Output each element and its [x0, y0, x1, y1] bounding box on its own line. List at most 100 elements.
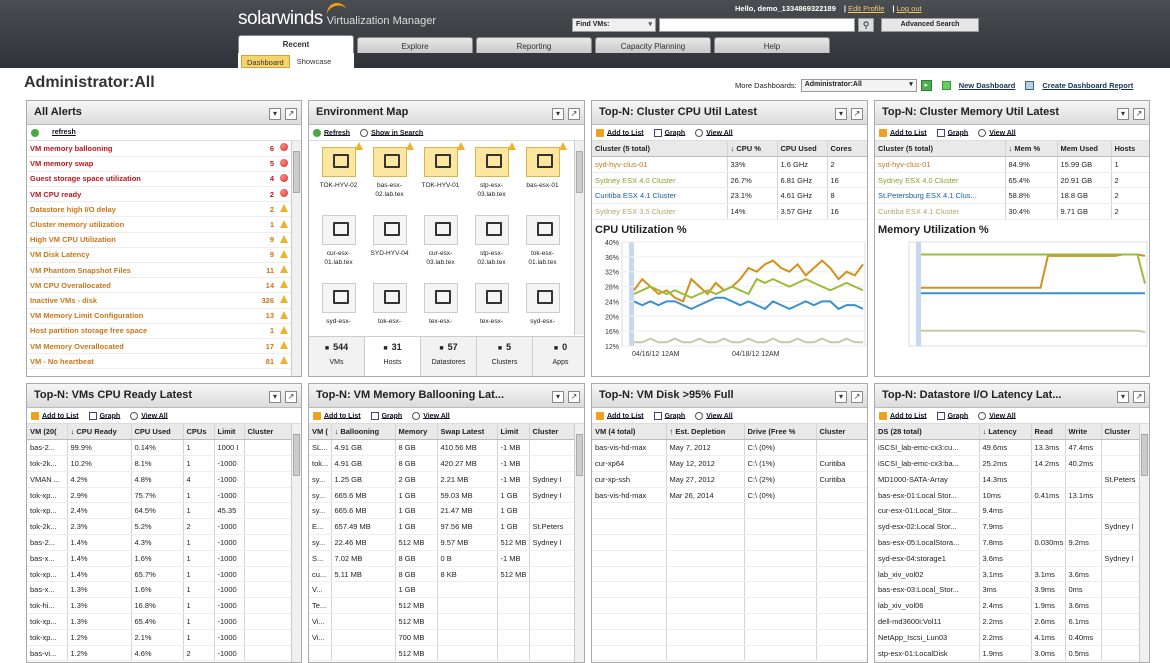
table-row[interactable] — [592, 629, 867, 646]
table-cell[interactable]: Curitiba ESX 4.1 Cluster — [592, 187, 728, 205]
table-row[interactable]: bas-vis-hd-max May 7, 2012 C:\ (0%) — [592, 439, 867, 457]
table-row[interactable]: tok-2k... 2.3% 5.2% 2 -1000 — [27, 518, 293, 536]
column-header[interactable]: Swap Latest — [437, 424, 498, 441]
tab-explore[interactable]: Explore — [357, 37, 473, 53]
alert-row[interactable]: VM CPU ready 2 — [27, 186, 291, 203]
refresh-link[interactable]: Refresh — [324, 129, 350, 136]
table-row[interactable]: syd-esx-04:storage1 3.6ms Sydney I — [875, 550, 1141, 567]
scrollbar[interactable] — [291, 424, 301, 662]
table-cell[interactable] — [592, 613, 667, 630]
logout-link[interactable]: Log out — [897, 4, 922, 13]
add-to-list-link[interactable]: Add to List — [324, 412, 361, 419]
table-cell[interactable]: cu... — [309, 566, 332, 583]
table-row[interactable]: sy... 665.6 MB 1 GB 21.47 MB 1 GB — [309, 502, 576, 520]
search-icon[interactable]: ⚲ — [858, 18, 874, 32]
table-cell[interactable]: bas-esx-01:Local Stor... — [875, 487, 980, 504]
add-to-list-link[interactable]: Add to List — [607, 129, 644, 136]
panel-popout-icon[interactable]: ↗ — [285, 391, 297, 403]
graph-link[interactable]: Graph — [665, 412, 686, 419]
host-item[interactable]: tex-esx- — [415, 283, 466, 331]
table-cell[interactable] — [592, 566, 667, 583]
table-row[interactable]: cur-xp-ssh May 27, 2012 C:\ (2%) Curitiba — [592, 471, 867, 488]
table-row[interactable]: bas-x... 1.3% 1.6% 1 -1000 — [27, 581, 293, 599]
host-item[interactable]: stp-esx-02.lab.tex — [466, 215, 517, 283]
table-cell[interactable]: Sydney ESX 4.0 Cluster — [875, 172, 1006, 189]
column-header[interactable]: Drive (Free % — [744, 424, 817, 441]
table-cell[interactable]: tok... — [309, 455, 332, 472]
column-header[interactable]: Cluster — [244, 424, 293, 441]
table-cell[interactable]: Curitiba ESX 4.1 Cluster — [875, 203, 1006, 220]
column-header[interactable]: Cluster (5 total) — [592, 141, 728, 158]
table-cell[interactable]: tok-2k... — [27, 518, 68, 536]
column-header[interactable]: CPU Used — [131, 424, 184, 441]
table-cell[interactable]: bas-vi... — [27, 645, 68, 662]
panel-menu-icon[interactable]: ▾ — [552, 108, 564, 120]
table-cell[interactable]: iSCSI_lab-emc-cx3:cu... — [875, 439, 980, 457]
table-cell[interactable]: Sydney ESX 3.5 Cluster — [592, 203, 728, 220]
alert-row[interactable]: Cluster memory utilization 1 — [27, 216, 291, 233]
table-cell[interactable]: bas-vis-hd-max — [592, 439, 667, 457]
table-row[interactable]: SL... 4.91 GB 8 GB 410.56 MB -1 MB — [309, 439, 576, 457]
panel-popout-icon[interactable]: ↗ — [1133, 108, 1145, 120]
view-all-link[interactable]: View All — [141, 412, 167, 419]
table-cell[interactable]: Vi... — [309, 629, 332, 646]
table-row[interactable]: tok-hi... 1.3% 16.8% 1 -1000 — [27, 597, 293, 615]
table-cell[interactable]: bas-esx-05:LocalStora... — [875, 534, 980, 551]
host-item[interactable]: TOK-HYV-02 — [313, 142, 364, 215]
panel-popout-icon[interactable]: ↗ — [285, 108, 297, 120]
table-row[interactable]: stp-esx-01:LocalDisk 1.9ms 3.0ms 0.5ms — [875, 645, 1141, 662]
view-all-link[interactable]: View All — [706, 129, 732, 136]
table-cell[interactable]: lab_xiv_vol02 — [875, 566, 980, 583]
table-row[interactable]: bas-2... 1.4% 4.3% 1 -1000 — [27, 534, 293, 551]
add-to-list-link[interactable]: Add to List — [890, 129, 927, 136]
table-cell[interactable]: sy... — [309, 487, 332, 504]
table-row[interactable]: syd-hyv-clus-01 84.9% 15.99 GB 1 — [875, 156, 1149, 173]
host-item[interactable]: SYD-HYV-04 — [364, 215, 415, 283]
panel-menu-icon[interactable]: ▾ — [1117, 391, 1129, 403]
table-cell[interactable]: bas-2... — [27, 439, 68, 457]
table-row[interactable] — [592, 518, 867, 536]
column-header[interactable]: Read — [1031, 424, 1066, 441]
host-item[interactable]: TOK-HYV-01 — [415, 142, 466, 215]
table-row[interactable]: tok-xp... 1.2% 2.1% 1 -1000 — [27, 629, 293, 646]
panel-menu-icon[interactable]: ▾ — [835, 108, 847, 120]
search-input[interactable] — [659, 18, 855, 32]
go-icon[interactable]: ▸ — [920, 80, 932, 91]
host-item[interactable]: bas-esx-01 — [517, 142, 568, 215]
alert-row[interactable]: VM memory swap 5 — [27, 156, 291, 172]
show-in-search-link[interactable]: Show in Search — [371, 129, 423, 136]
table-row[interactable] — [592, 645, 867, 662]
find-type-select[interactable]: Find VMs: — [572, 18, 656, 32]
table-cell[interactable]: tok-xp... — [27, 487, 68, 504]
table-cell[interactable] — [309, 645, 332, 662]
table-cell[interactable]: St.Petersburg ESX 4.1 Clus... — [875, 187, 1006, 205]
alert-label[interactable]: Host partition storage free space — [27, 323, 249, 339]
column-header[interactable]: Mem Used — [1057, 141, 1112, 158]
alert-row[interactable]: VM Phantom Snapshot Files 11 — [27, 262, 291, 279]
new-dashboard-link[interactable]: New Dashboard — [959, 81, 1016, 90]
alert-row[interactable]: VM Memory Limit Configuration 13 — [27, 308, 291, 324]
table-cell[interactable]: VMAN ... — [27, 471, 68, 488]
table-row[interactable] — [592, 613, 867, 630]
table-cell[interactable]: NetApp_Iscsi_Lun03 — [875, 629, 980, 646]
table-row[interactable]: bas-vi... 1.2% 4.6% 2 -1000 — [27, 645, 293, 662]
table-row[interactable]: Curitiba ESX 4.1 Cluster 23.1% 4.61 GHz 8 — [592, 187, 867, 205]
table-cell[interactable] — [592, 581, 667, 599]
panel-popout-icon[interactable]: ↗ — [1133, 391, 1145, 403]
alert-label[interactable]: Cluster memory utilization — [27, 216, 249, 233]
table-row[interactable]: bas-x... 1.4% 1.6% 1 -1000 — [27, 550, 293, 567]
table-cell[interactable]: tok-xp... — [27, 629, 68, 646]
table-row[interactable] — [592, 550, 867, 567]
table-row[interactable]: bas-vis-hd-max Mar 26, 2014 C:\ (0%) — [592, 487, 867, 504]
column-header[interactable]: CPUs — [183, 424, 215, 441]
alert-label[interactable]: Datastore high I/O delay — [27, 201, 249, 218]
table-row[interactable]: Curitiba ESX 4.1 Cluster 30.4% 9.71 GB 2 — [875, 203, 1149, 220]
add-to-list-link[interactable]: Add to List — [890, 412, 927, 419]
table-row[interactable]: cur-esx-01:Local_Stor... 9.4ms — [875, 502, 1141, 520]
subtab-dashboard[interactable]: Dashboard — [241, 55, 290, 68]
table-cell[interactable]: sy... — [309, 471, 332, 488]
column-header[interactable]: VM (4 total) — [592, 424, 667, 441]
alert-row[interactable]: Guest storage space utilization 4 — [27, 171, 291, 188]
table-row[interactable]: S... 7.02 MB 8 GB 0 B -1 MB — [309, 550, 576, 567]
alert-row[interactable]: High VM CPU Utilization 9 — [27, 232, 291, 248]
